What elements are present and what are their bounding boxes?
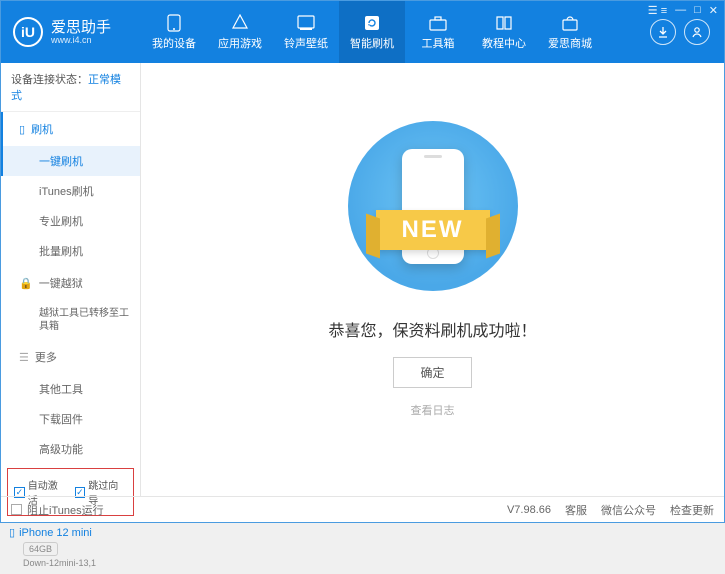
nav-my-device[interactable]: 我的设备 (141, 1, 207, 63)
nav-ringtones[interactable]: 铃声壁纸 (273, 1, 339, 63)
list-icon: ☰ (19, 351, 29, 364)
nav-apps[interactable]: 应用游戏 (207, 1, 273, 63)
check-update-link[interactable]: 检查更新 (670, 502, 714, 518)
checkbox-label: 阻止iTunes运行 (27, 502, 104, 518)
success-illustration: NEW (348, 121, 518, 291)
download-button[interactable] (650, 19, 676, 45)
phone-icon (164, 14, 184, 32)
nav-flash[interactable]: 智能刷机 (339, 1, 405, 63)
sidebar-item-other[interactable]: 其他工具 (1, 374, 140, 404)
sidebar-group-label: 刷机 (31, 121, 53, 137)
version-label: V7.98.66 (507, 504, 551, 516)
maximize-icon[interactable]: □ (694, 4, 701, 17)
sidebar-group-label: 更多 (35, 349, 57, 365)
shop-icon (560, 14, 580, 32)
ok-button[interactable]: 确定 (393, 357, 471, 388)
nav-label: 爱思商城 (548, 35, 592, 51)
header-right (650, 19, 724, 45)
app-url: www.i4.cn (51, 35, 111, 45)
support-link[interactable]: 客服 (565, 502, 587, 518)
device-storage: 64GB (23, 542, 58, 556)
user-button[interactable] (684, 19, 710, 45)
new-ribbon: NEW (376, 210, 490, 250)
nav-label: 应用游戏 (218, 35, 262, 51)
book-icon (494, 14, 514, 32)
apps-icon (230, 14, 250, 32)
nav-tutorials[interactable]: 教程中心 (471, 1, 537, 63)
logo-icon: iU (13, 17, 43, 47)
minimize-icon[interactable]: — (675, 4, 686, 17)
sidebar-item-itunes[interactable]: iTunes刷机 (1, 176, 140, 206)
menu-icon[interactable]: ☰ ≡ (648, 4, 667, 17)
nav-shop[interactable]: 爱思商城 (537, 1, 603, 63)
phone-small-icon: ▯ (19, 123, 25, 136)
success-message: 恭喜您，保资料刷机成功啦！ (328, 317, 536, 341)
logo: iU 爱思助手 www.i4.cn (1, 17, 141, 47)
device-panel[interactable]: ▯ iPhone 12 mini 64GB Down-12mini-13,1 (1, 520, 140, 574)
checkbox-block-itunes[interactable]: 阻止iTunes运行 (11, 502, 104, 518)
nav-toolbox[interactable]: 工具箱 (405, 1, 471, 63)
nav-label: 智能刷机 (350, 35, 394, 51)
sidebar-group-jailbreak: 🔒 一键越狱 (1, 266, 140, 300)
sidebar-item-download-fw[interactable]: 下载固件 (1, 404, 140, 434)
wallpaper-icon (296, 14, 316, 32)
sidebar-item-oneclick[interactable]: 一键刷机 (1, 146, 140, 176)
sidebar-group-flash[interactable]: ▯ 刷机 (1, 112, 140, 146)
main-nav: 我的设备 应用游戏 铃声壁纸 智能刷机 工具箱 教程中心 (141, 1, 650, 63)
wechat-link[interactable]: 微信公众号 (601, 502, 656, 518)
phone-tiny-icon: ▯ (9, 526, 15, 539)
sidebar-jailbreak-note: 越狱工具已转移至工具箱 (1, 300, 140, 340)
device-firmware: Down-12mini-13,1 (9, 558, 132, 568)
device-name: ▯ iPhone 12 mini (9, 526, 132, 539)
toolbox-icon (428, 14, 448, 32)
nav-label: 教程中心 (482, 35, 526, 51)
view-log-link[interactable]: 查看日志 (411, 402, 455, 418)
sidebar: 设备连接状态：正常模式 ▯ 刷机 一键刷机 iTunes刷机 专业刷机 批量刷机… (1, 63, 141, 496)
nav-label: 铃声壁纸 (284, 35, 328, 51)
close-icon[interactable]: ✕ (709, 4, 718, 17)
sidebar-item-batch[interactable]: 批量刷机 (1, 236, 140, 266)
nav-label: 工具箱 (422, 35, 455, 51)
status-label: 设备连接状态： (11, 74, 88, 86)
lock-icon: 🔒 (19, 277, 33, 290)
app-header: ☰ ≡ — □ ✕ iU 爱思助手 www.i4.cn 我的设备 应用游戏 铃声 (1, 1, 724, 63)
app-name: 爱思助手 (51, 20, 111, 35)
window-controls: ☰ ≡ — □ ✕ (648, 4, 718, 17)
sidebar-item-advanced[interactable]: 高级功能 (1, 434, 140, 464)
sidebar-group-label: 一键越狱 (39, 275, 83, 291)
status-bar: 阻止iTunes运行 V7.98.66 客服 微信公众号 检查更新 (1, 496, 724, 522)
nav-label: 我的设备 (152, 35, 196, 51)
main-content: NEW 恭喜您，保资料刷机成功啦！ 确定 查看日志 (141, 63, 724, 496)
sidebar-group-more[interactable]: ☰ 更多 (1, 340, 140, 374)
connection-status: 设备连接状态：正常模式 (1, 63, 140, 112)
sidebar-item-pro[interactable]: 专业刷机 (1, 206, 140, 236)
refresh-icon (362, 14, 382, 32)
